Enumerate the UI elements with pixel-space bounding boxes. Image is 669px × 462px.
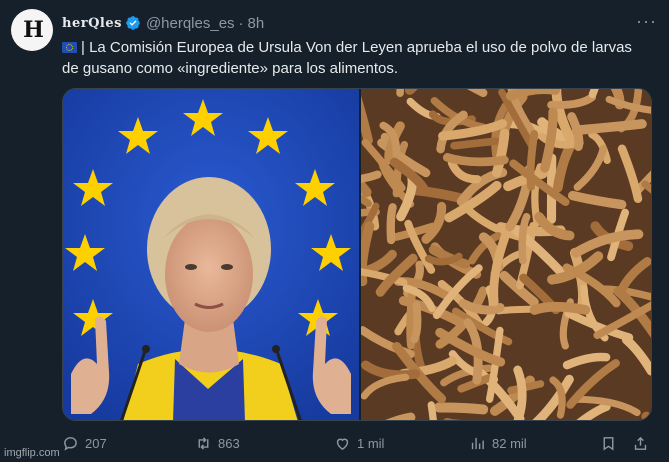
retweet-button[interactable]: 863 (195, 435, 240, 452)
timestamp[interactable]: 8h (248, 15, 265, 32)
more-options-icon[interactable]: ··· (636, 12, 657, 30)
larva-shape (518, 213, 531, 265)
larva-shape (450, 137, 500, 150)
larva-shape (442, 153, 509, 167)
larva-shape (361, 170, 382, 183)
tweet-header: herQles @herqles_es · 8h ··· (62, 12, 657, 34)
reply-count: 207 (85, 435, 107, 451)
larvae-photo-illustration (361, 89, 651, 420)
header-separator: · (238, 14, 244, 32)
avatar[interactable]: H (11, 9, 53, 51)
like-count: 1 mil (357, 435, 385, 451)
analytics-icon (471, 437, 484, 449)
larva-shape (571, 119, 647, 136)
larva-shape (386, 203, 397, 245)
bookmark-icon (603, 436, 614, 450)
tweet-card[interactable]: H herQles @herqles_es · 8h ··· | La Comi… (0, 0, 669, 462)
like-button[interactable]: 1 mil (334, 435, 384, 452)
larva-shape (526, 129, 539, 191)
photo-larvae[interactable] (359, 89, 651, 420)
watermark: imgflip.com (4, 447, 60, 459)
share-button[interactable] (632, 435, 649, 452)
larva-shape (410, 301, 422, 344)
larva-shape (427, 401, 437, 420)
larva-shape (529, 301, 591, 315)
reply-button[interactable]: 207 (62, 435, 107, 452)
politician-photo-illustration (63, 89, 359, 420)
larva-shape (433, 402, 489, 415)
heart-icon (336, 438, 349, 450)
author-handle[interactable]: @herqles_es (146, 15, 235, 32)
author-name[interactable]: herQles (62, 16, 122, 31)
tweet-media[interactable] (62, 88, 652, 421)
tweet-actions: 207 863 1 mil 82 mil (62, 432, 652, 454)
larva-shape (641, 411, 651, 420)
verified-badge-icon (126, 16, 140, 30)
tweet-text: | La Comisión Europea de Ursula Von der … (62, 37, 652, 79)
larva-shape (396, 89, 405, 98)
share-icon (634, 436, 647, 450)
retweet-count: 863 (218, 435, 240, 451)
views-button[interactable]: 82 mil (469, 435, 527, 452)
photo-politician[interactable] (63, 89, 359, 420)
eu-flag-icon (62, 42, 77, 53)
tweet-body: | La Comisión Europea de Ursula Von der … (62, 39, 632, 77)
retweet-icon (198, 436, 209, 450)
views-count: 82 mil (492, 435, 527, 451)
bookmark-button[interactable] (600, 435, 617, 452)
reply-icon (64, 436, 77, 451)
